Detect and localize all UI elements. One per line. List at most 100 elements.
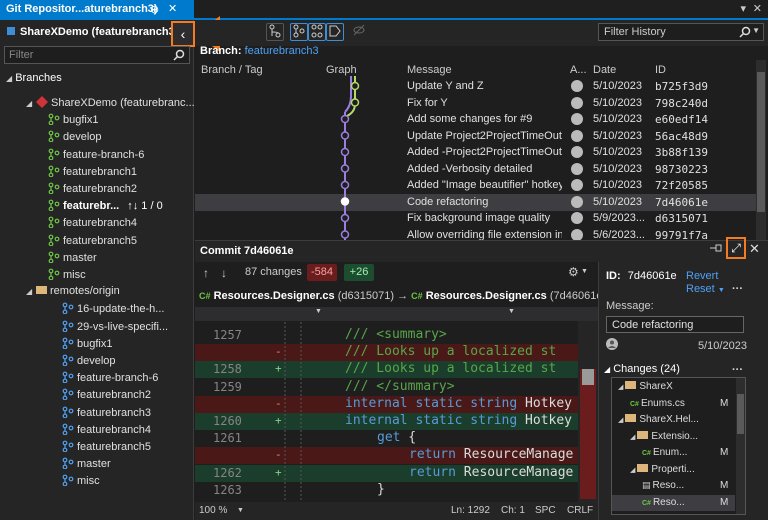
history-row[interactable]: Update Y and Z 5/10/2023 b725f3d9 <box>195 78 766 95</box>
tab-close-icon[interactable]: ✕ <box>168 2 177 15</box>
diff-line[interactable]: 1260 + internal static string Hotkey <box>195 413 578 430</box>
history-row[interactable]: Added -Verbosity detailed 5/10/2023 987302… <box>195 161 766 178</box>
zoom-level[interactable]: 100 % <box>199 505 227 516</box>
local-branch-item[interactable]: misc <box>48 268 86 285</box>
local-branch-item[interactable]: featurebranch5 <box>48 234 137 251</box>
change-tree-item[interactable]: ◢ ShareX <box>612 379 735 395</box>
maximize-detail-button[interactable]: ⤢ <box>726 237 746 259</box>
changes-section-header[interactable]: ◢ Changes (24) <box>604 363 680 375</box>
local-branch-item[interactable]: featurebranch2 <box>48 182 137 199</box>
local-branch-item[interactable]: featurebr... ↑↓ 1 / 0 <box>48 199 163 216</box>
remote-branch-item[interactable]: feature-branch-6 <box>62 371 158 388</box>
history-row[interactable]: Add some changes for #9 5/10/2023 e60edf14 <box>195 111 766 128</box>
hide-icon[interactable] <box>350 23 368 41</box>
diff-minimap[interactable] <box>578 321 598 503</box>
changes-count: 87 changes <box>245 266 302 278</box>
filter-history-input[interactable]: Filter History ▼ <box>598 23 764 41</box>
history-row[interactable]: Code refactoring 5/10/2023 7d46061e <box>195 193 766 211</box>
local-branch-item[interactable]: featurebranch4 <box>48 216 137 233</box>
remote-branch-item[interactable]: develop <box>62 354 116 371</box>
column-author[interactable]: A... <box>570 64 587 76</box>
document-tab[interactable]: Git Repositor...aturebranch3) ⊕ ✕ <box>0 0 194 20</box>
chevron-down-icon[interactable]: ▼ <box>315 308 322 315</box>
change-tree-item[interactable]: C# Enum... M <box>612 445 735 461</box>
diff-line[interactable]: 1263} <box>195 482 578 499</box>
history-row[interactable]: Fix background image quality 5/9/2023... d… <box>195 210 766 227</box>
arrow-right-icon: → <box>397 290 409 302</box>
column-date[interactable]: Date <box>593 64 616 76</box>
local-branch-item[interactable]: master <box>48 251 97 268</box>
changes-more-icon[interactable]: ··· <box>732 364 743 376</box>
resource-file-icon: ▤ <box>642 480 651 490</box>
remote-branch-item[interactable]: 29-vs-live-specifi... <box>62 320 168 337</box>
diff-line[interactable]: 1262 + return ResourceManage <box>195 464 578 482</box>
reset-link[interactable]: Reset ▼ <box>686 283 725 295</box>
change-tree-item[interactable]: C# Reso... M <box>612 494 735 511</box>
branch-graph-toggle[interactable] <box>266 23 284 41</box>
previous-change-icon[interactable]: ↑ <box>203 266 209 280</box>
close-detail-icon[interactable]: ✕ <box>749 241 760 257</box>
revert-link[interactable]: Revert <box>686 270 718 282</box>
settings-gear-icon[interactable]: ⚙ <box>568 265 579 279</box>
local-branch-item[interactable]: featurebranch1 <box>48 165 137 182</box>
history-row[interactable]: Fix for Y 5/10/2023 798c240d <box>195 95 766 112</box>
diff-line[interactable]: - internal static string Hotkey <box>195 395 578 413</box>
history-scrollbar-thumb[interactable] <box>757 72 765 212</box>
change-tree-item[interactable]: ▤ Reso... M <box>612 478 735 494</box>
folder-icon <box>637 430 649 439</box>
local-branch-item[interactable]: develop <box>48 130 102 147</box>
column-message[interactable]: Message <box>407 64 452 76</box>
diff-line[interactable]: 1261 get { <box>195 430 578 447</box>
diff-line[interactable]: 1258 + /// Looks up a localized st <box>195 361 578 379</box>
diff-line[interactable]: - return ResourceManage <box>195 447 578 465</box>
remote-branch-item[interactable]: master <box>62 457 111 474</box>
chevron-down-icon[interactable]: ▼ <box>752 26 760 35</box>
history-row[interactable]: Added -Project2ProjectTimeOut... 5/10/202… <box>195 144 766 161</box>
remote-branch-item[interactable]: featurebranch2 <box>62 388 151 405</box>
local-branch-item[interactable]: bugfix1 <box>48 113 98 130</box>
change-tree-item[interactable]: ◢ Properti... <box>612 462 735 478</box>
diff-line[interactable]: 1257 /// <summary> <box>195 327 578 344</box>
chevron-down-icon[interactable]: ▼ <box>581 268 588 275</box>
commit-message-box[interactable]: Code refactoring <box>606 316 744 333</box>
tags-toggle[interactable] <box>326 23 344 41</box>
column-id[interactable]: ID <box>655 64 666 76</box>
remote-branch-item[interactable]: 16-update-the-h... <box>62 302 164 319</box>
history-row[interactable]: Added "Image beautifier" hotkey 5/10/2023… <box>195 177 766 194</box>
line-ending[interactable]: CRLF <box>567 505 593 516</box>
next-change-icon[interactable]: ↓ <box>221 266 227 280</box>
remote-branch-item[interactable]: bugfix1 <box>62 337 112 354</box>
remote-origin-node[interactable]: ◢ remotes/origin <box>26 285 120 302</box>
branch-label: master <box>63 251 97 264</box>
change-tree-item[interactable]: C# Enums.cs M <box>612 396 735 412</box>
change-tree-item[interactable]: ◢ Extensio... <box>612 429 735 445</box>
indent-mode[interactable]: SPC <box>535 505 556 516</box>
remote-branch-item[interactable]: featurebranch5 <box>62 440 151 457</box>
diff-line[interactable]: 1259 /// </summary> <box>195 379 578 396</box>
local-repo-node[interactable]: ◢ ShareXDemo (featurebranc... <box>26 96 195 113</box>
column-branch-tag[interactable]: Branch / Tag <box>201 64 263 76</box>
branch-filter-input[interactable]: Filter <box>4 46 190 64</box>
remote-branch-item[interactable]: featurebranch3 <box>62 406 151 423</box>
git-remote-icon <box>311 24 323 38</box>
chevron-down-icon[interactable]: ▼ <box>508 308 515 315</box>
pin-icon[interactable]: ⊕ <box>150 3 159 16</box>
remote-branches-toggle[interactable] <box>308 23 326 41</box>
change-tree-item[interactable]: ◢ ShareX.Hel... <box>612 412 735 428</box>
remote-branch-item[interactable]: misc <box>62 474 100 491</box>
pin-detail-icon[interactable] <box>710 243 722 256</box>
collapse-panel-button[interactable]: ‹ <box>171 21 195 47</box>
changes-scrollbar-thumb[interactable] <box>737 394 744 434</box>
branches-section-header[interactable]: ◢ Branches <box>6 72 62 84</box>
window-menu-icon[interactable]: ▾ <box>740 2 746 15</box>
remote-branch-item[interactable]: featurebranch4 <box>62 423 151 440</box>
column-graph[interactable]: Graph <box>326 64 357 76</box>
window-close-icon[interactable]: ✕ <box>753 2 762 15</box>
local-branch-item[interactable]: feature-branch-6 <box>48 148 144 165</box>
diff-line[interactable]: - /// Looks up a localized st <box>195 344 578 362</box>
more-options-icon[interactable]: ··· <box>732 283 743 295</box>
chevron-down-icon[interactable]: ▼ <box>237 507 244 514</box>
history-row[interactable]: Update Project2ProjectTimeOut... 5/10/202… <box>195 128 766 145</box>
local-branches-toggle[interactable] <box>290 23 308 41</box>
branch-label: feature-branch-6 <box>63 148 145 161</box>
